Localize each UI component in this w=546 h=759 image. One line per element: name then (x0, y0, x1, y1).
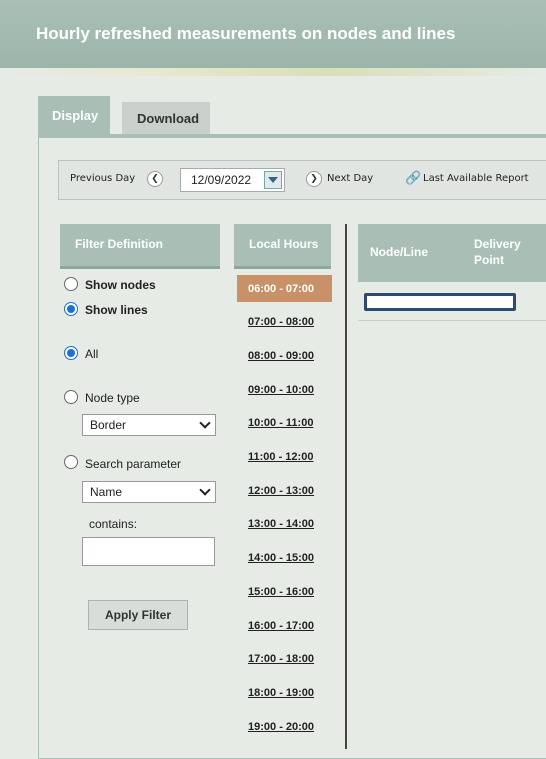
show-nodes-label: Show nodes (85, 278, 156, 292)
chevron-down-icon (199, 484, 211, 496)
next-day-icon[interactable]: ❯ (306, 171, 322, 187)
page-title: Hourly refreshed measurements on nodes a… (36, 24, 456, 43)
hour-link[interactable]: 18:00 - 19:00 (248, 687, 314, 699)
hour-link[interactable]: 15:00 - 16:00 (248, 586, 314, 598)
tab-download[interactable]: Download (122, 102, 210, 134)
node-type-select[interactable]: Border (82, 414, 216, 436)
node-line-column-header: Node/Line (370, 245, 429, 259)
all-label: All (85, 347, 99, 361)
next-day-link[interactable]: Next Day (327, 173, 373, 184)
show-lines-label: Show lines (85, 303, 148, 317)
hour-link[interactable]: 09:00 - 10:00 (248, 384, 314, 396)
previous-day-icon[interactable]: ❮ (147, 171, 163, 187)
node-line-table-header: Node/Line Delivery Point (358, 224, 546, 282)
hour-link[interactable]: 07:00 - 08:00 (248, 316, 314, 328)
hour-selected[interactable]: 06:00 - 07:00 (237, 275, 332, 302)
hour-link[interactable]: 13:00 - 14:00 (248, 518, 314, 530)
date-input[interactable]: 12/09/2022 (180, 168, 285, 192)
hour-link[interactable]: 10:00 - 11:00 (248, 417, 313, 429)
contains-label: contains: (89, 517, 138, 531)
hour-link[interactable]: 08:00 - 09:00 (248, 350, 314, 362)
apply-filter-button[interactable]: Apply Filter (88, 600, 188, 630)
local-hours-header: Local Hours (234, 224, 331, 269)
node-type-radio[interactable] (64, 390, 78, 404)
hour-link[interactable]: 12:00 - 13:00 (248, 485, 314, 497)
search-parameter-label: Search parameter (85, 457, 182, 471)
all-radio[interactable] (64, 346, 78, 360)
last-report-link[interactable]: Last Available Report (423, 173, 529, 184)
table-row-divider (358, 320, 546, 321)
previous-day-link[interactable]: Previous Day (70, 173, 135, 184)
filter-definition-header: Filter Definition (60, 224, 220, 269)
show-lines-radio[interactable] (64, 302, 78, 316)
loading-bar (364, 293, 516, 311)
hour-link[interactable]: 14:00 - 15:00 (248, 552, 314, 564)
contains-input[interactable] (82, 537, 215, 566)
report-icon[interactable]: 🔗 (405, 171, 421, 186)
header-decoration (0, 68, 546, 76)
search-parameter-select[interactable]: Name (82, 481, 216, 503)
date-toolbar: Previous Day ❮ 12/09/2022 ❯ Next Day 🔗 L… (58, 160, 546, 200)
delivery-point-column-header: Delivery Point (474, 237, 521, 267)
chevron-down-icon (199, 417, 211, 429)
search-parameter-radio[interactable] (64, 455, 78, 469)
hour-link[interactable]: 19:00 - 20:00 (248, 721, 314, 733)
hour-link[interactable]: 17:00 - 18:00 (248, 653, 314, 665)
tab-display[interactable]: Display (38, 96, 110, 136)
node-type-label: Node type (85, 391, 140, 405)
calendar-dropdown-icon[interactable] (264, 171, 282, 189)
hour-link[interactable]: 16:00 - 17:00 (248, 620, 314, 632)
column-divider (345, 224, 347, 749)
page-header: Hourly refreshed measurements on nodes a… (0, 0, 546, 72)
hour-link[interactable]: 11:00 - 12:00 (248, 451, 313, 463)
show-nodes-radio[interactable] (64, 277, 78, 291)
